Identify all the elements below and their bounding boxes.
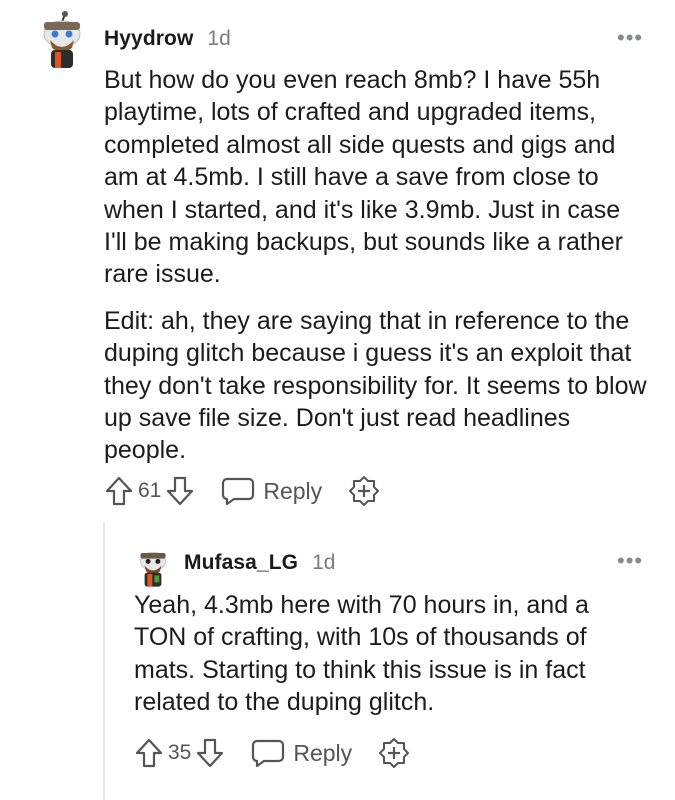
reply-button[interactable]: Reply	[251, 738, 352, 768]
upvote-arrow-icon[interactable]	[134, 737, 164, 769]
award-plus-icon	[379, 738, 410, 768]
speech-bubble-icon	[252, 739, 285, 768]
comment-meta: Hyydrow 1d	[104, 27, 231, 51]
more-options-icon[interactable]: •••	[617, 27, 643, 49]
comment-actions: 35 Reply	[134, 736, 410, 770]
thread-line[interactable]	[103, 522, 105, 800]
reply-button[interactable]: Reply	[221, 476, 322, 506]
comment-meta: Mufasa_LG 1d	[184, 551, 335, 575]
snoo-avatar-icon	[43, 11, 81, 68]
vote-score: 35	[168, 741, 192, 764]
avatar[interactable]	[136, 546, 170, 588]
vote-score: 61	[138, 479, 162, 502]
award-plus-icon	[349, 476, 380, 506]
reply-label: Reply	[293, 739, 353, 766]
award-button[interactable]	[348, 475, 380, 507]
snoo-avatar-icon	[140, 551, 166, 587]
comment-body: But how do you even reach 8mb? I have 55…	[104, 64, 649, 467]
comment-paragraph: Edit: ah, they are saying that in refere…	[104, 306, 647, 465]
speech-bubble-icon	[222, 477, 255, 506]
comment-body: Yeah, 4.3mb here with 70 hours in, and a…	[134, 589, 639, 719]
comment-paragraph: But how do you even reach 8mb? I have 55…	[104, 66, 623, 289]
comment-paragraph: Yeah, 4.3mb here with 70 hours in, and a…	[134, 591, 589, 717]
upvote-arrow-icon[interactable]	[104, 475, 134, 507]
more-options-icon[interactable]: •••	[617, 550, 643, 572]
avatar[interactable]	[38, 10, 86, 70]
comment-age: 1d	[207, 27, 231, 50]
downvote-arrow-icon[interactable]	[165, 475, 195, 507]
comment-age: 1d	[312, 551, 336, 574]
comment-actions: 61 Reply	[104, 474, 380, 508]
award-button[interactable]	[378, 737, 410, 769]
username[interactable]: Mufasa_LG	[184, 551, 298, 575]
username[interactable]: Hyydrow	[104, 27, 193, 51]
reply-label: Reply	[263, 477, 323, 504]
downvote-arrow-icon[interactable]	[195, 737, 225, 769]
